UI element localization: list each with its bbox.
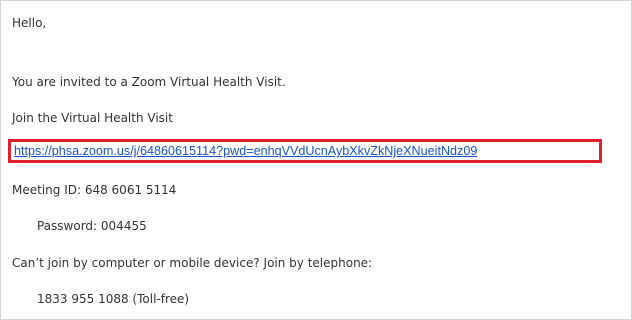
greeting-text: Hello, <box>12 16 47 30</box>
meeting-link[interactable]: https://phsa.zoom.us/j/64860615114?pwd=e… <box>14 144 477 158</box>
invitation-text: You are invited to a Zoom Virtual Health… <box>12 75 286 89</box>
phone-number-text: 1833 955 1088 (Toll-free) <box>37 292 190 306</box>
highlighted-link-box: https://phsa.zoom.us/j/64860615114?pwd=e… <box>8 139 602 163</box>
meeting-id-text: Meeting ID: 648 6061 5114 <box>12 183 177 197</box>
email-body: Hello, You are invited to a Zoom Virtual… <box>0 0 632 320</box>
join-prompt-text: Join the Virtual Health Visit <box>12 111 173 125</box>
password-text: Password: 004455 <box>37 219 147 233</box>
phone-prompt-text: Can’t join by computer or mobile device?… <box>12 256 373 270</box>
